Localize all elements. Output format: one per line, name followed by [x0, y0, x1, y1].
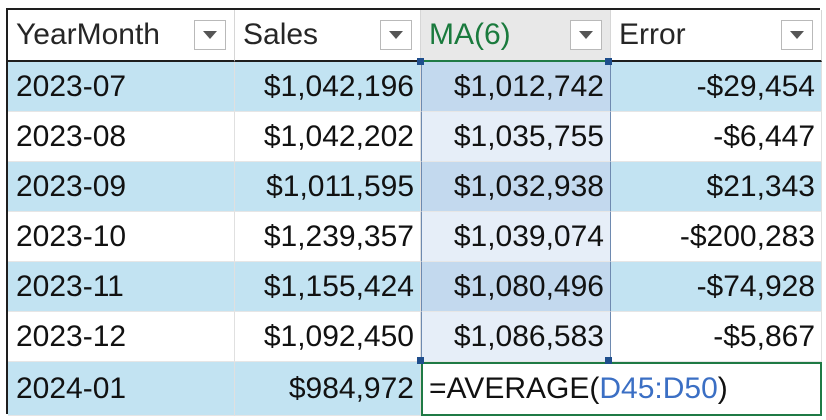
- cell-sales[interactable]: $1,092,450: [235, 312, 421, 362]
- formula-function-text: =AVERAGE(: [429, 372, 600, 405]
- cell-error[interactable]: -$200,283: [611, 212, 822, 262]
- chevron-down-icon: [790, 31, 804, 39]
- cell-ma6[interactable]: $1,035,755: [421, 112, 611, 162]
- active-formula-cell[interactable]: =AVERAGE(D45:D50): [421, 362, 822, 416]
- selection-handle-top-left[interactable]: [417, 58, 424, 65]
- cell-yearmonth[interactable]: 2023-08: [8, 112, 235, 162]
- cell-sales[interactable]: $1,042,196: [235, 62, 421, 112]
- cell-sales[interactable]: $1,011,595: [235, 162, 421, 212]
- header-error[interactable]: Error: [611, 10, 822, 62]
- cell-yearmonth[interactable]: 2023-09: [8, 162, 235, 212]
- cell-sales[interactable]: $1,042,202: [235, 112, 421, 162]
- cell-sales[interactable]: $1,239,357: [235, 212, 421, 262]
- filter-dropdown-sales[interactable]: [380, 20, 412, 50]
- header-yearmonth[interactable]: YearMonth: [8, 10, 235, 62]
- data-table-grid: YearMonth Sales MA(6) Error 2023-07 $1,0…: [6, 8, 822, 416]
- header-sales[interactable]: Sales: [235, 10, 421, 62]
- selection-handle-bottom-right[interactable]: [605, 357, 612, 364]
- formula-closing-paren: ): [717, 372, 728, 405]
- cell-yearmonth[interactable]: 2023-07: [8, 62, 235, 112]
- cell-yearmonth[interactable]: 2024-01: [8, 362, 235, 416]
- cell-yearmonth[interactable]: 2023-12: [8, 312, 235, 362]
- cell-error[interactable]: $21,343: [611, 162, 822, 212]
- formula-range-reference: D45:D50: [599, 372, 718, 405]
- cell-sales[interactable]: $1,155,424: [235, 262, 421, 312]
- cell-ma6[interactable]: $1,080,496: [421, 262, 611, 312]
- filter-dropdown-yearmonth[interactable]: [194, 20, 226, 50]
- selection-handle-bottom-left[interactable]: [417, 357, 424, 364]
- cell-error[interactable]: -$74,928: [611, 262, 822, 312]
- cell-yearmonth[interactable]: 2023-11: [8, 262, 235, 312]
- cell-error[interactable]: -$6,447: [611, 112, 822, 162]
- chevron-down-icon: [389, 31, 403, 39]
- header-ma6[interactable]: MA(6): [421, 10, 611, 62]
- cell-error[interactable]: -$5,867: [611, 312, 822, 362]
- chevron-down-icon: [579, 31, 593, 39]
- chevron-down-icon: [203, 31, 217, 39]
- spreadsheet-table: YearMonth Sales MA(6) Error 2023-07 $1,0…: [0, 0, 826, 420]
- cell-error[interactable]: -$29,454: [611, 62, 822, 112]
- cell-sales[interactable]: $984,972: [235, 362, 421, 416]
- filter-dropdown-error[interactable]: [781, 20, 813, 50]
- cell-ma6[interactable]: $1,039,074: [421, 212, 611, 262]
- filter-dropdown-ma6[interactable]: [570, 20, 602, 50]
- selection-handle-top-right[interactable]: [605, 58, 612, 65]
- cell-ma6[interactable]: $1,032,938: [421, 162, 611, 212]
- cell-yearmonth[interactable]: 2023-10: [8, 212, 235, 262]
- cell-ma6[interactable]: $1,086,583: [421, 312, 611, 362]
- cell-ma6[interactable]: $1,012,742: [421, 62, 611, 112]
